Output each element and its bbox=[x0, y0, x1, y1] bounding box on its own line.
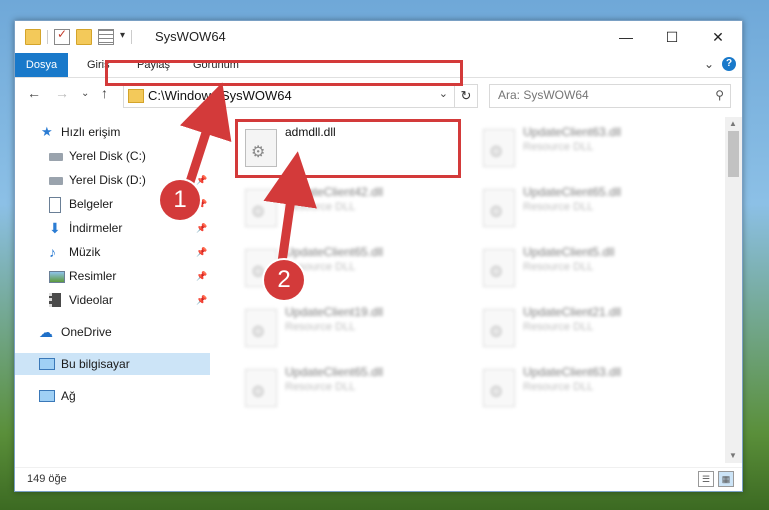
arrow-to-address bbox=[179, 82, 232, 187]
annotation-arrows bbox=[179, 82, 317, 267]
arrow-to-file bbox=[263, 151, 317, 267]
step-1-badge: 1 bbox=[160, 180, 200, 220]
step-2-badge: 2 bbox=[264, 260, 304, 300]
